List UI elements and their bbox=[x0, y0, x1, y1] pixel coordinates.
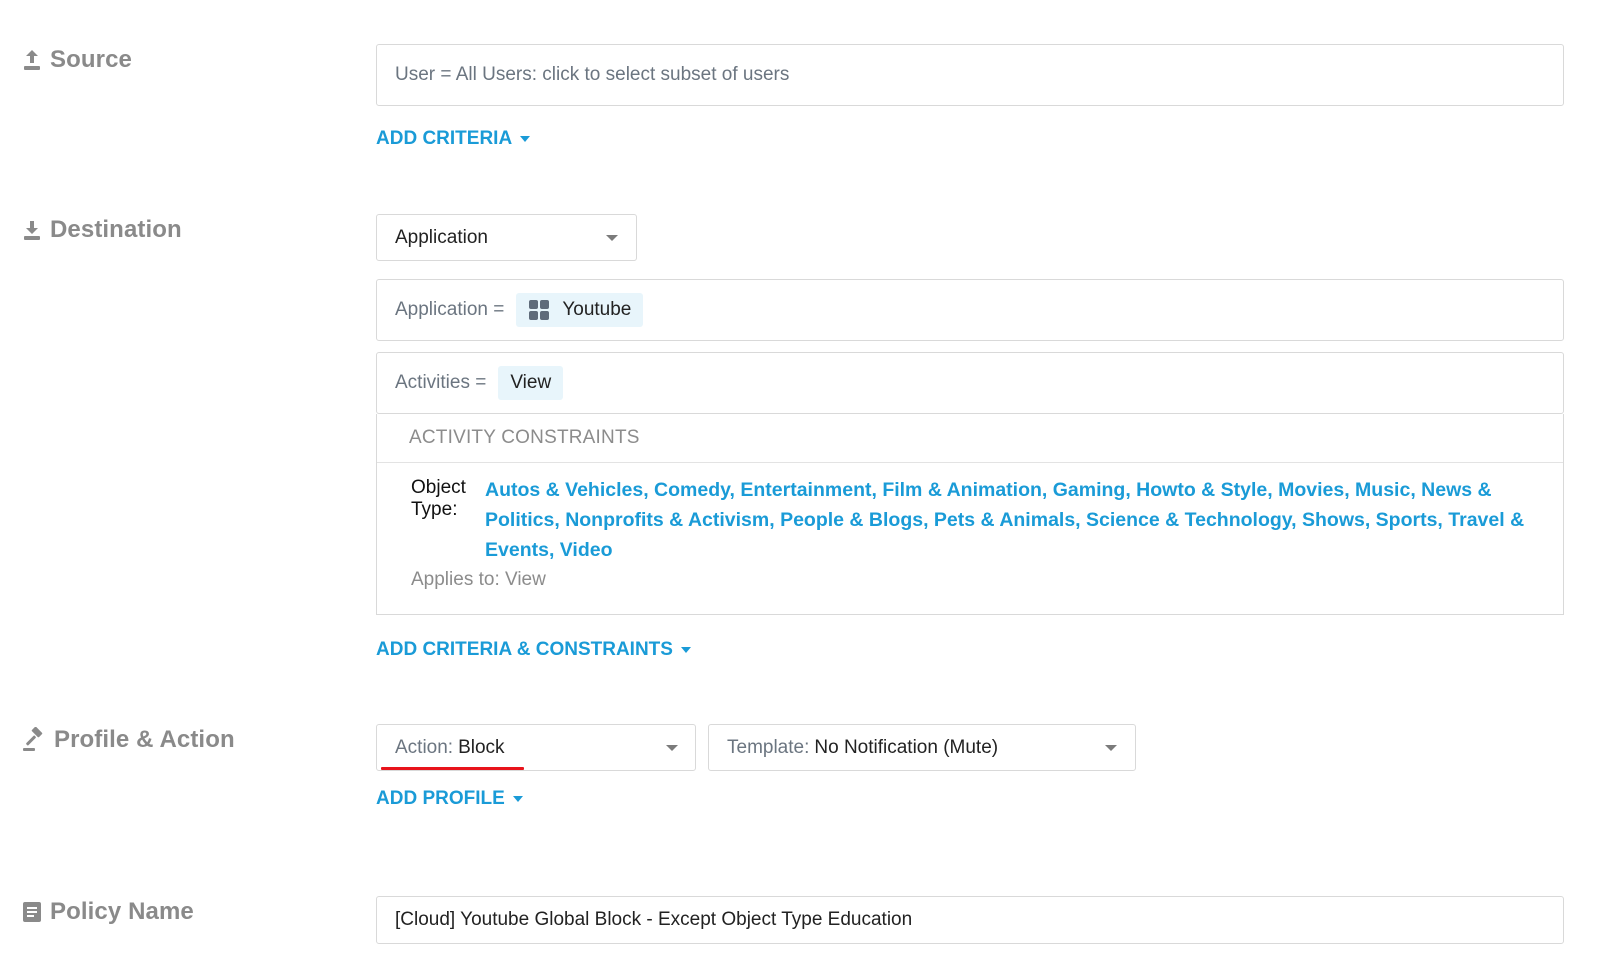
action-select[interactable]: Action: Block bbox=[376, 724, 696, 771]
app-grid-icon bbox=[529, 300, 550, 320]
action-prefix: Action: bbox=[395, 736, 454, 758]
document-icon bbox=[23, 902, 41, 922]
caret-down-icon bbox=[520, 136, 531, 142]
action-value: Block bbox=[458, 736, 505, 758]
gavel-icon bbox=[23, 727, 43, 751]
destination-label-text: Destination bbox=[50, 216, 182, 243]
source-user-field[interactable]: User = All Users: click to select subset… bbox=[376, 44, 1564, 106]
destination-label: Destination bbox=[22, 216, 182, 244]
source-label: Source bbox=[22, 46, 132, 74]
source-label-text: Source bbox=[50, 46, 132, 73]
application-prefix: Application = bbox=[395, 299, 505, 320]
activities-prefix: Activities = bbox=[395, 372, 487, 393]
application-field[interactable]: Application = Youtube bbox=[376, 279, 1564, 341]
profile-action-label: Profile & Action bbox=[22, 726, 235, 754]
activity-constraints-panel: ACTIVITY CONSTRAINTS Object Type: Autos … bbox=[376, 414, 1564, 615]
activities-chip-label: View bbox=[510, 372, 552, 393]
add-criteria-label: ADD CRITERIA bbox=[376, 128, 513, 149]
template-prefix: Template: bbox=[727, 736, 810, 758]
highlight-underline bbox=[381, 767, 524, 770]
chevron-down-icon bbox=[606, 235, 618, 241]
policy-name-label-text: Policy Name bbox=[50, 898, 194, 925]
applies-to-text: Applies to: View bbox=[411, 569, 546, 590]
add-criteria-button[interactable]: ADD CRITERIA bbox=[376, 128, 531, 150]
policy-name-input[interactable]: [Cloud] Youtube Global Block - Except Ob… bbox=[376, 896, 1564, 944]
source-user-text: User = All Users: click to select subset… bbox=[395, 64, 790, 85]
add-profile-label: ADD PROFILE bbox=[376, 788, 505, 809]
caret-down-icon bbox=[512, 796, 523, 802]
add-criteria-constraints-label: ADD CRITERIA & CONSTRAINTS bbox=[376, 639, 673, 660]
application-chip-label: Youtube bbox=[562, 299, 632, 320]
application-chip[interactable]: Youtube bbox=[516, 293, 644, 327]
policy-name-value: [Cloud] Youtube Global Block - Except Ob… bbox=[395, 909, 913, 930]
activities-field[interactable]: Activities = View bbox=[376, 352, 1564, 414]
object-type-values[interactable]: Autos & Vehicles, Comedy, Entertainment,… bbox=[485, 475, 1533, 565]
destination-type-select[interactable]: Application bbox=[376, 214, 637, 261]
add-profile-button[interactable]: ADD PROFILE bbox=[376, 788, 523, 810]
template-value: No Notification (Mute) bbox=[814, 736, 999, 758]
profile-action-label-text: Profile & Action bbox=[54, 726, 235, 753]
policy-name-label: Policy Name bbox=[22, 898, 194, 926]
upload-icon bbox=[24, 50, 40, 70]
caret-down-icon bbox=[680, 647, 691, 653]
destination-type-value: Application bbox=[395, 226, 488, 248]
download-icon bbox=[24, 221, 40, 240]
chevron-down-icon bbox=[666, 745, 678, 751]
activities-chip[interactable]: View bbox=[498, 366, 564, 400]
add-criteria-constraints-button[interactable]: ADD CRITERIA & CONSTRAINTS bbox=[376, 639, 691, 661]
chevron-down-icon bbox=[1105, 745, 1117, 751]
activity-constraints-header: ACTIVITY CONSTRAINTS bbox=[377, 414, 1563, 463]
object-type-key: Object Type: bbox=[411, 477, 466, 520]
template-select[interactable]: Template: No Notification (Mute) bbox=[708, 724, 1136, 771]
